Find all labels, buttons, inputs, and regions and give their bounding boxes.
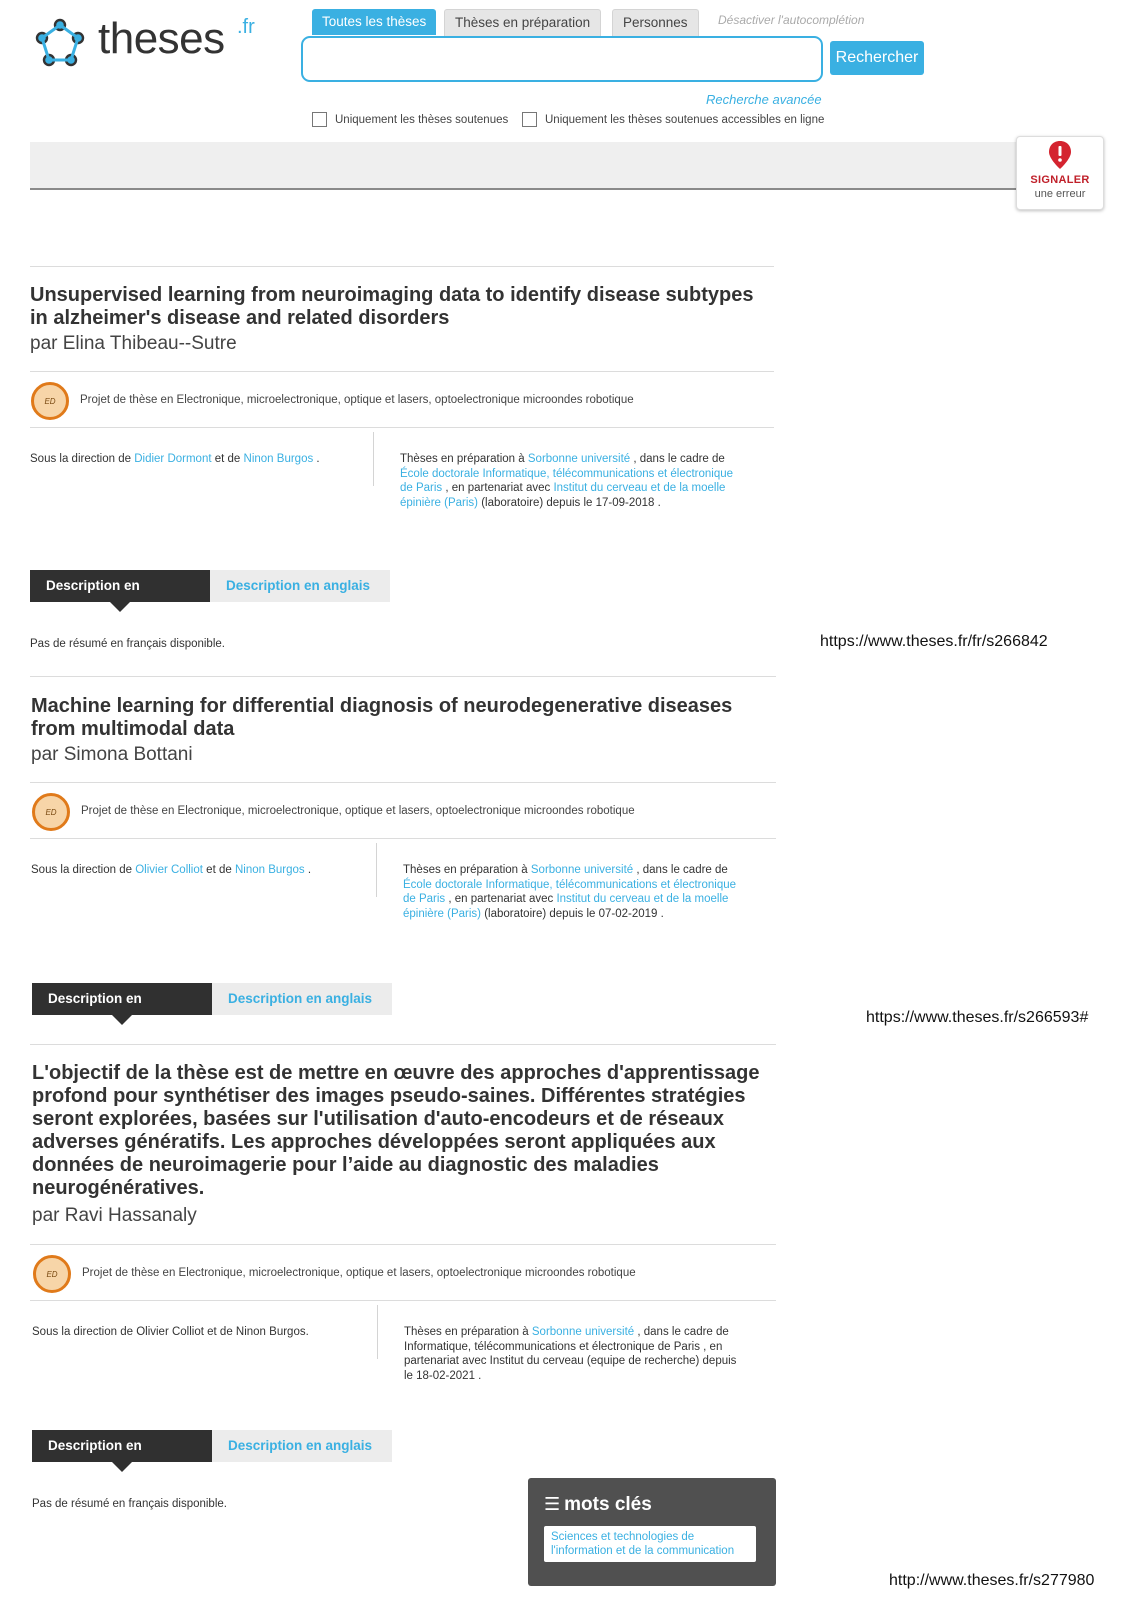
thesis-discipline: Projet de thèse en Electronique, microel… xyxy=(82,1267,636,1279)
tab-description-fr[interactable]: Description en français xyxy=(32,983,212,1038)
thesis-author[interactable]: par Ravi Hassanaly xyxy=(32,1205,197,1227)
report-error-button[interactable]: SIGNALER une erreur xyxy=(1016,136,1104,210)
thesis-title: Machine learning for differential diagno… xyxy=(31,695,733,740)
keywords-panel: ☰ mots clés Sciences et technologies de l… xyxy=(528,1478,776,1586)
divider xyxy=(30,1244,776,1245)
direction-end: . xyxy=(307,864,312,876)
column-divider xyxy=(376,843,377,897)
university-link[interactable]: Sorbonne université xyxy=(531,864,633,876)
direction-and: et de xyxy=(206,864,232,876)
since-text: (laboratoire) depuis le 17-09-2018 . xyxy=(481,496,661,509)
thesis-direction: Sous la direction de Olivier Colliot et … xyxy=(32,1326,309,1338)
keywords-title-text: mots clés xyxy=(564,1494,652,1515)
prep-prefix: Thèses en préparation à xyxy=(404,1326,529,1338)
active-tab-pointer xyxy=(112,1462,132,1472)
thesis-direction: Sous la direction de Didier Dormont et d… xyxy=(30,452,360,467)
direction-and: et de xyxy=(214,453,241,465)
tab-description-en[interactable]: Description en anglais xyxy=(212,1430,392,1462)
divider xyxy=(30,838,776,839)
source-url: https://www.theses.fr/s266593# xyxy=(866,1009,1089,1026)
logo-suffix: .fr xyxy=(237,16,255,38)
search-button[interactable]: Rechercher xyxy=(830,41,924,75)
prep-prefix: Thèses en préparation à xyxy=(403,864,528,876)
autocomplete-toggle-link[interactable]: Désactiver l'autocomplétion xyxy=(718,13,864,27)
director-link[interactable]: Ninon Burgos xyxy=(235,864,305,876)
direction-end: . xyxy=(316,453,320,465)
search-input[interactable] xyxy=(301,36,823,82)
direction-prefix: Sous la direction de xyxy=(30,453,132,465)
keywords-title: ☰ mots clés xyxy=(544,1494,652,1516)
tab-theses-in-preparation[interactable]: Thèses en préparation xyxy=(444,9,602,36)
discipline-icon: ED xyxy=(32,793,70,831)
report-sublabel: une erreur xyxy=(1034,188,1086,200)
divider xyxy=(30,1300,776,1301)
frame-text: , dans le cadre de xyxy=(636,864,728,876)
tab-all-theses[interactable]: Toutes les thèses xyxy=(312,9,437,35)
active-tab-pointer xyxy=(112,1015,132,1025)
university-link[interactable]: Sorbonne université xyxy=(528,453,630,465)
partner-text: , en partenariat avec xyxy=(445,482,551,494)
thesis-discipline: Projet de thèse en Electronique, microel… xyxy=(80,394,634,406)
divider xyxy=(30,266,774,267)
thesis-abstract: Pas de résumé en français disponible. xyxy=(30,638,225,650)
direction-prefix: Sous la direction de xyxy=(31,864,133,876)
thesis-author[interactable]: par Simona Bottani xyxy=(31,744,193,766)
since-text: (laboratoire) depuis le 07-02-2019 . xyxy=(484,907,664,920)
source-url: https://www.theses.fr/fr/s266842 xyxy=(820,633,1048,650)
prep-prefix: Thèses en préparation à xyxy=(400,453,525,465)
filter-defended[interactable]: Uniquement les thèses soutenues xyxy=(312,112,508,127)
defended-checkbox[interactable] xyxy=(312,112,327,127)
divider xyxy=(30,676,776,677)
filter-online[interactable]: Uniquement les thèses soutenues accessib… xyxy=(522,112,824,127)
tab-description-fr[interactable]: Description en français xyxy=(32,1430,212,1485)
logo-text: theses xyxy=(98,14,225,63)
thesis-discipline: Projet de thèse en Electronique, microel… xyxy=(81,805,635,817)
alert-pin-icon xyxy=(1049,141,1071,169)
online-checkbox[interactable] xyxy=(522,112,537,127)
report-label: SIGNALER xyxy=(1030,174,1090,186)
thesis-institution: Thèses en préparation à Sorbonne univers… xyxy=(404,1325,746,1383)
advanced-search-link[interactable]: Recherche avancée xyxy=(706,92,822,107)
column-divider xyxy=(377,1305,378,1359)
thesis-abstract: Pas de résumé en français disponible. xyxy=(32,1498,227,1510)
list-icon: ☰ xyxy=(544,1494,561,1514)
active-tab-pointer xyxy=(110,602,130,612)
divider xyxy=(30,427,774,428)
divider xyxy=(30,371,774,372)
defended-label: Uniquement les thèses soutenues xyxy=(335,113,509,126)
divider xyxy=(30,1044,776,1045)
thesis-title: L'objectif de la thèse est de mettre en … xyxy=(32,1062,760,1199)
discipline-icon: ED xyxy=(33,1255,71,1293)
frame-text: , dans le cadre de xyxy=(633,453,725,465)
divider xyxy=(30,782,776,783)
tab-persons[interactable]: Personnes xyxy=(612,9,699,36)
director-link[interactable]: Olivier Colliot xyxy=(135,864,203,876)
source-url: http://www.theses.fr/s277980 xyxy=(889,1572,1095,1589)
thesis-author[interactable]: par Elina Thibeau--Sutre xyxy=(30,333,237,355)
university-link[interactable]: Sorbonne université xyxy=(532,1326,634,1338)
director-link[interactable]: Didier Dormont xyxy=(134,453,211,465)
tab-description-en[interactable]: Description en anglais xyxy=(212,983,392,1015)
thesis-institution: Thèses en préparation à Sorbonne univers… xyxy=(400,452,740,510)
column-divider xyxy=(373,432,374,486)
tab-description-en[interactable]: Description en anglais xyxy=(210,570,390,602)
tab-description-fr[interactable]: Description en français xyxy=(30,570,210,625)
thesis-title: Unsupervised learning from neuroimaging … xyxy=(30,284,754,329)
thesis-institution: Thèses en préparation à Sorbonne univers… xyxy=(403,863,743,921)
site-logo[interactable]: theses .fr xyxy=(32,12,272,72)
online-label: Uniquement les thèses soutenues accessib… xyxy=(545,113,825,126)
thesis-direction: Sous la direction de Olivier Colliot et … xyxy=(31,863,361,878)
logo-star-icon xyxy=(35,18,85,67)
partner-text: , en partenariat avec xyxy=(448,893,554,905)
director-link[interactable]: Ninon Burgos xyxy=(244,453,314,465)
results-toolbar xyxy=(30,142,1098,190)
discipline-icon: ED xyxy=(31,382,69,420)
keyword-item[interactable]: Sciences et technologies de l'informatio… xyxy=(544,1526,756,1562)
